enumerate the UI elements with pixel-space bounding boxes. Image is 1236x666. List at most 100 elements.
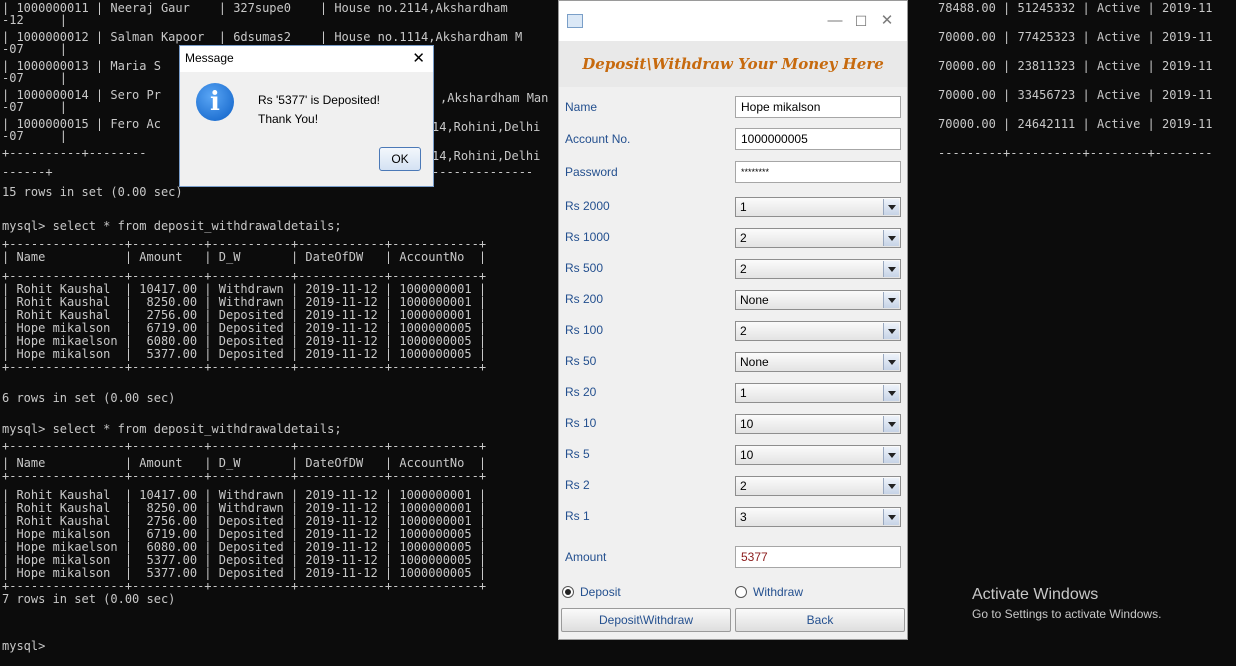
denomination-value: 10 xyxy=(740,417,754,431)
terminal-line: +----------+-------- xyxy=(2,146,147,160)
denomination-select[interactable]: 2 xyxy=(735,321,901,341)
terminal-line: +----------------+----------+-----------… xyxy=(2,360,487,374)
deposit-radio-label: Deposit xyxy=(580,585,621,599)
chevron-down-icon[interactable] xyxy=(883,323,899,339)
maximize-button[interactable]: ☐ xyxy=(847,9,875,33)
deposit-radio-dot[interactable] xyxy=(562,586,574,598)
denomination-label: Rs 20 xyxy=(565,385,597,399)
chevron-down-icon[interactable] xyxy=(883,478,899,494)
terminal-line: +----------------+----------+-----------… xyxy=(2,439,487,453)
denomination-value: 2 xyxy=(740,324,747,338)
chevron-down-icon[interactable] xyxy=(883,230,899,246)
withdraw-radio-dot[interactable] xyxy=(735,586,747,598)
denomination-select[interactable]: 3 xyxy=(735,507,901,527)
terminal-line: | Name | Amount | D_W | DateOfDW | Accou… xyxy=(2,250,487,264)
chevron-down-icon[interactable] xyxy=(883,354,899,370)
terminal-line: mysql> xyxy=(2,639,46,653)
account-no-field[interactable]: 1000000005 xyxy=(735,128,901,150)
form-heading: Deposit\Withdraw Your Money Here xyxy=(559,41,907,87)
terminal-line: -------------- xyxy=(432,165,534,179)
terminal-line: 15 rows in set (0.00 sec) xyxy=(2,185,183,199)
chevron-down-icon[interactable] xyxy=(883,416,899,432)
denomination-value: 3 xyxy=(740,510,747,524)
terminal-line: 14,Rohini,Delhi xyxy=(432,149,541,163)
terminal-line: ---------+----------+--------+-------- xyxy=(938,146,1213,160)
terminal-line: mysql> select * from deposit_withdrawald… xyxy=(2,219,342,233)
chevron-down-icon[interactable] xyxy=(883,261,899,277)
chevron-down-icon[interactable] xyxy=(883,385,899,401)
chevron-down-icon[interactable] xyxy=(883,509,899,525)
terminal-line: 70000.00 | 23811323 | Active | 2019-11 xyxy=(938,59,1213,73)
name-field[interactable]: Hope mikalson xyxy=(735,96,901,118)
terminal-line: ------+ xyxy=(2,165,53,179)
deposit-withdraw-button[interactable]: Deposit\Withdraw xyxy=(561,608,731,632)
denomination-label: Rs 500 xyxy=(565,261,604,275)
amount-label: Amount xyxy=(565,550,607,564)
terminal-line: 78488.00 | 51245332 | Active | 2019-11 xyxy=(938,1,1213,15)
denomination-label: Rs 100 xyxy=(565,323,604,337)
terminal-line: -07 | xyxy=(2,71,68,85)
window-close-button[interactable]: ✕ xyxy=(873,9,901,33)
terminal-line: 70000.00 | 77425323 | Active | 2019-11 xyxy=(938,30,1213,44)
denomination-select[interactable]: 10 xyxy=(735,445,901,465)
denomination-value: None xyxy=(740,355,769,369)
denomination-label: Rs 50 xyxy=(565,354,597,368)
activate-windows-watermark: Activate Windows Go to Settings to activ… xyxy=(972,586,1161,621)
terminal-line: 70000.00 | 33456723 | Active | 2019-11 xyxy=(938,88,1213,102)
amount-field[interactable]: 5377 xyxy=(735,546,901,568)
denomination-value: None xyxy=(740,293,769,307)
denomination-value: 1 xyxy=(740,200,747,214)
denomination-value: 10 xyxy=(740,448,754,462)
message-dialog: Message ✕ i Rs '5377' is Deposited! Than… xyxy=(179,45,434,187)
terminal-line: 7 rows in set (0.00 sec) xyxy=(2,592,176,606)
denomination-label: Rs 1 xyxy=(565,509,590,523)
password-field[interactable]: ******** xyxy=(735,161,901,183)
window-titlebar: — ☐ ✕ xyxy=(559,1,907,41)
denomination-label: Rs 2000 xyxy=(565,199,610,213)
dialog-message: Rs '5377' is Deposited! xyxy=(258,93,380,107)
terminal-line: 70000.00 | 24642111 | Active | 2019-11 xyxy=(938,117,1213,131)
terminal-line: mysql> select * from deposit_withdrawald… xyxy=(2,422,342,436)
chevron-down-icon[interactable] xyxy=(883,292,899,308)
denomination-select[interactable]: 2 xyxy=(735,259,901,279)
field-label: Name xyxy=(565,100,598,114)
watermark-subtitle: Go to Settings to activate Windows. xyxy=(972,607,1162,621)
denomination-select[interactable]: 1 xyxy=(735,197,901,217)
dialog-titlebar: Message ✕ xyxy=(180,46,433,72)
denomination-select[interactable]: 2 xyxy=(735,228,901,248)
dialog-close-button[interactable]: ✕ xyxy=(412,49,425,67)
dialog-title: Message xyxy=(185,51,234,65)
denomination-select[interactable]: 2 xyxy=(735,476,901,496)
field-label: Password xyxy=(565,165,618,179)
terminal-line: -12 | xyxy=(2,13,68,27)
info-icon: i xyxy=(196,83,234,121)
minimize-button[interactable]: — xyxy=(821,9,849,33)
ok-button[interactable]: OK xyxy=(379,147,421,171)
back-button[interactable]: Back xyxy=(735,608,905,632)
terminal-line: 14,Rohini,Delhi xyxy=(432,120,541,134)
denomination-select[interactable]: None xyxy=(735,290,901,310)
denomination-value: 2 xyxy=(740,262,747,276)
withdraw-radio-label: Withdraw xyxy=(753,585,804,599)
java-cup-icon xyxy=(567,14,583,28)
denomination-label: Rs 10 xyxy=(565,416,597,430)
denomination-value: 2 xyxy=(740,479,747,493)
denomination-label: Rs 2 xyxy=(565,478,590,492)
chevron-down-icon[interactable] xyxy=(883,199,899,215)
denomination-select[interactable]: None xyxy=(735,352,901,372)
terminal-line: 6 rows in set (0.00 sec) xyxy=(2,391,176,405)
denomination-value: 1 xyxy=(740,386,747,400)
watermark-title: Activate Windows xyxy=(972,586,1099,603)
denomination-label: Rs 200 xyxy=(565,292,604,306)
denomination-select[interactable]: 10 xyxy=(735,414,901,434)
terminal-line: ,Akshardham Man xyxy=(440,91,549,105)
terminal-line: -07 | xyxy=(2,129,68,143)
denomination-select[interactable]: 1 xyxy=(735,383,901,403)
terminal-line: +----------------+----------+-----------… xyxy=(2,469,487,483)
field-label: Account No. xyxy=(565,132,631,146)
denomination-label: Rs 1000 xyxy=(565,230,610,244)
chevron-down-icon[interactable] xyxy=(883,447,899,463)
denomination-value: 2 xyxy=(740,231,747,245)
terminal-line: -07 | xyxy=(2,42,68,56)
deposit-withdraw-window: — ☐ ✕ Deposit\Withdraw Your Money Here N… xyxy=(558,0,908,640)
